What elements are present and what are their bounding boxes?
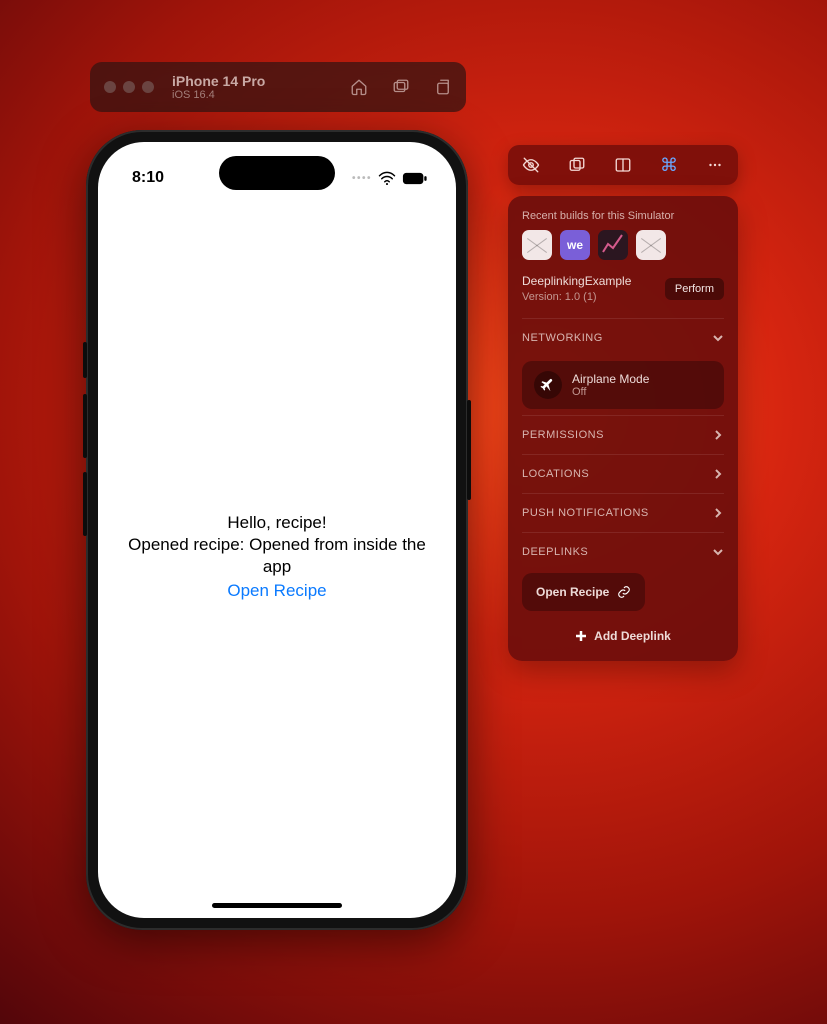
section-label: DEEPLINKS bbox=[522, 546, 588, 558]
iphone-screen[interactable]: 8:10 •••• Hello, recipe! Opened recipe: … bbox=[98, 142, 456, 918]
link-icon bbox=[617, 585, 631, 599]
simulator-titlebar: iPhone 14 Pro iOS 16.4 bbox=[90, 62, 466, 112]
recent-builds-list: we bbox=[522, 230, 724, 260]
traffic-max[interactable] bbox=[142, 81, 154, 93]
chevron-right-icon bbox=[712, 468, 724, 480]
phone-power-button bbox=[467, 400, 471, 500]
section-push[interactable]: PUSH NOTIFICATIONS bbox=[522, 493, 724, 532]
section-label: NETWORKING bbox=[522, 332, 603, 344]
battery-icon bbox=[402, 172, 428, 185]
dynamic-island bbox=[219, 156, 335, 190]
chevron-down-icon bbox=[712, 332, 724, 344]
window-traffic-lights[interactable] bbox=[104, 81, 154, 93]
phone-silent-switch bbox=[83, 342, 87, 378]
add-deeplink-button[interactable]: Add Deeplink bbox=[522, 629, 724, 643]
section-permissions[interactable]: PERMISSIONS bbox=[522, 415, 724, 454]
external-icon[interactable] bbox=[434, 78, 452, 96]
recipe-status-text: Opened recipe: Opened from inside the ap… bbox=[112, 534, 442, 578]
section-label: PUSH NOTIFICATIONS bbox=[522, 507, 649, 519]
app-content: Hello, recipe! Opened recipe: Opened fro… bbox=[98, 196, 456, 918]
section-locations[interactable]: LOCATIONS bbox=[522, 454, 724, 493]
visibility-off-icon[interactable] bbox=[522, 156, 540, 174]
airplane-mode-toggle[interactable]: Airplane Mode Off bbox=[522, 361, 724, 409]
wifi-icon bbox=[378, 171, 396, 185]
deeplink-label: Open Recipe bbox=[536, 585, 609, 599]
cellular-icon: •••• bbox=[352, 173, 372, 184]
app-icon-stocks[interactable] bbox=[598, 230, 628, 260]
plus-icon bbox=[575, 630, 587, 642]
screenshot-icon[interactable] bbox=[392, 78, 410, 96]
app-name: DeeplinkingExample bbox=[522, 274, 631, 290]
chevron-right-icon bbox=[712, 429, 724, 441]
traffic-close[interactable] bbox=[104, 81, 116, 93]
app-icon-we[interactable]: we bbox=[560, 230, 590, 260]
phone-volume-down bbox=[83, 472, 87, 536]
airplane-title: Airplane Mode bbox=[572, 372, 649, 386]
section-networking[interactable]: NETWORKING bbox=[522, 318, 724, 357]
traffic-min[interactable] bbox=[123, 81, 135, 93]
home-icon[interactable] bbox=[350, 78, 368, 96]
chevron-right-icon bbox=[712, 507, 724, 519]
iphone-frame: 8:10 •••• Hello, recipe! Opened recipe: … bbox=[86, 130, 468, 930]
section-label: LOCATIONS bbox=[522, 468, 589, 480]
status-time: 8:10 bbox=[132, 169, 164, 187]
sidebar-icon[interactable] bbox=[614, 156, 632, 174]
greeting-text: Hello, recipe! bbox=[227, 512, 326, 534]
add-deeplink-label: Add Deeplink bbox=[594, 629, 671, 643]
screens-icon[interactable] bbox=[568, 156, 586, 174]
app-icon-placeholder[interactable] bbox=[636, 230, 666, 260]
airplane-status: Off bbox=[572, 386, 649, 398]
section-deeplinks[interactable]: DEEPLINKS bbox=[522, 532, 724, 571]
app-version: Version: 1.0 (1) bbox=[522, 290, 631, 304]
recent-builds-header: Recent builds for this Simulator bbox=[522, 210, 724, 222]
inspector-panel: Recent builds for this Simulator we Deep… bbox=[508, 196, 738, 661]
inspector-toolbar: ⌘ bbox=[508, 145, 738, 185]
simulator-os-version: iOS 16.4 bbox=[172, 89, 265, 102]
open-recipe-link[interactable]: Open Recipe bbox=[227, 580, 326, 602]
home-indicator[interactable] bbox=[212, 903, 342, 908]
section-label: PERMISSIONS bbox=[522, 429, 604, 441]
command-icon[interactable]: ⌘ bbox=[660, 155, 678, 176]
simulator-device-name: iPhone 14 Pro bbox=[172, 73, 265, 89]
deeplink-chip[interactable]: Open Recipe bbox=[522, 573, 645, 611]
phone-volume-up bbox=[83, 394, 87, 458]
airplane-icon bbox=[534, 371, 562, 399]
app-icon-placeholder[interactable] bbox=[522, 230, 552, 260]
chevron-down-icon bbox=[712, 546, 724, 558]
more-icon[interactable] bbox=[706, 156, 724, 174]
perform-button[interactable]: Perform bbox=[665, 278, 724, 300]
